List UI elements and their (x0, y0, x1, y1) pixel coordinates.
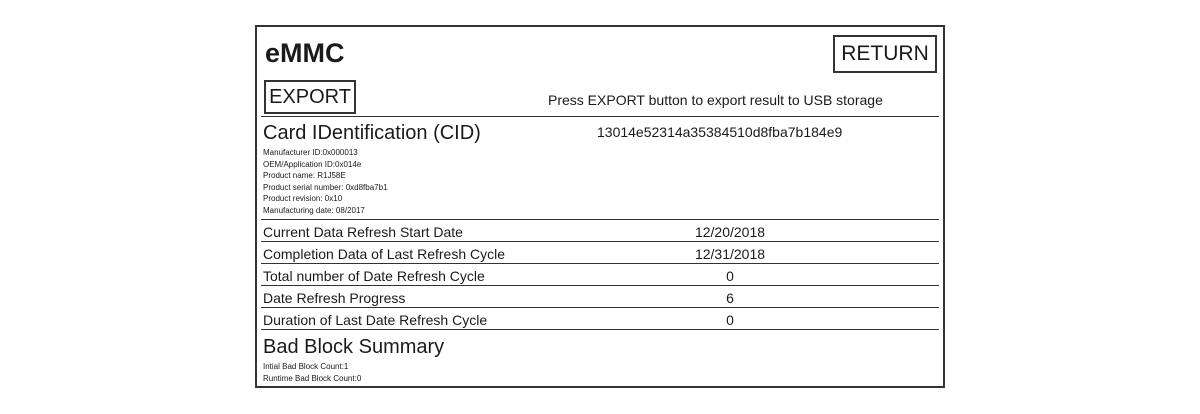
cid-section-title: Card IDentification (CID) (263, 122, 481, 144)
cid-product-revision: Product revision: 0x10 (263, 194, 343, 204)
row-label: Current Data Refresh Start Date (263, 224, 463, 240)
divider (261, 329, 939, 330)
cid-value: 13014e52314a35384510d8fba7b184e9 (597, 124, 843, 140)
row-value: 0 (726, 268, 734, 284)
info-row-refresh-progress: Date Refresh Progress 6 (257, 287, 943, 309)
emmc-info-panel: eMMC RETURN EXPORT Press EXPORT button t… (255, 25, 945, 388)
export-hint-text: Press EXPORT button to export result to … (548, 92, 883, 108)
row-value: 12/20/2018 (694, 224, 766, 240)
cid-manufacturer-id: Manufacturer ID:0x000013 (263, 148, 358, 157)
row-label: Completion Data of Last Refresh Cycle (263, 246, 505, 262)
row-label: Duration of Last Date Refresh Cycle (263, 312, 488, 328)
initial-bad-block-count: Intial Bad Block Count:1 (263, 362, 349, 371)
cid-product-serial-number: Product serial number: 0xd8fba7b1 (263, 182, 388, 192)
row-label: Date Refresh Progress (263, 290, 406, 306)
page-title: eMMC (265, 38, 345, 68)
row-value: 6 (726, 290, 734, 306)
info-row-last-refresh-completion: Completion Data of Last Refresh Cycle 12… (257, 243, 943, 265)
row-label: Total number of Date Refresh Cycle (263, 268, 485, 284)
info-row-refresh-start-date: Current Data Refresh Start Date 12/20/20… (257, 221, 943, 243)
return-button[interactable]: RETURN (833, 35, 937, 73)
divider (261, 307, 939, 308)
cid-oem-application-id: OEM/Application ID:0x014e (263, 159, 362, 169)
divider (261, 285, 939, 286)
info-row-last-refresh-duration: Duration of Last Date Refresh Cycle 0 (257, 309, 943, 331)
runtime-bad-block-count: Runtime Bad Block Count:0 (263, 373, 362, 383)
cid-manufacturing-date: Manufacturing date: 08/2017 (263, 205, 365, 215)
divider (261, 116, 939, 117)
cid-details: Manufacturer ID:0x000013 OEM/Application… (263, 147, 388, 217)
export-button[interactable]: EXPORT (264, 80, 356, 114)
bad-block-details: Intial Bad Block Count:1 Runtime Bad Blo… (263, 361, 361, 384)
cid-product-name: Product name: R1J58E (263, 171, 346, 181)
bad-block-section-title: Bad Block Summary (263, 336, 445, 358)
divider (261, 263, 939, 264)
divider (261, 219, 939, 220)
row-value: 0 (726, 312, 734, 328)
row-value: 12/31/2018 (694, 246, 766, 262)
info-row-total-refresh-cycles: Total number of Date Refresh Cycle 0 (257, 265, 943, 287)
divider (261, 241, 939, 242)
